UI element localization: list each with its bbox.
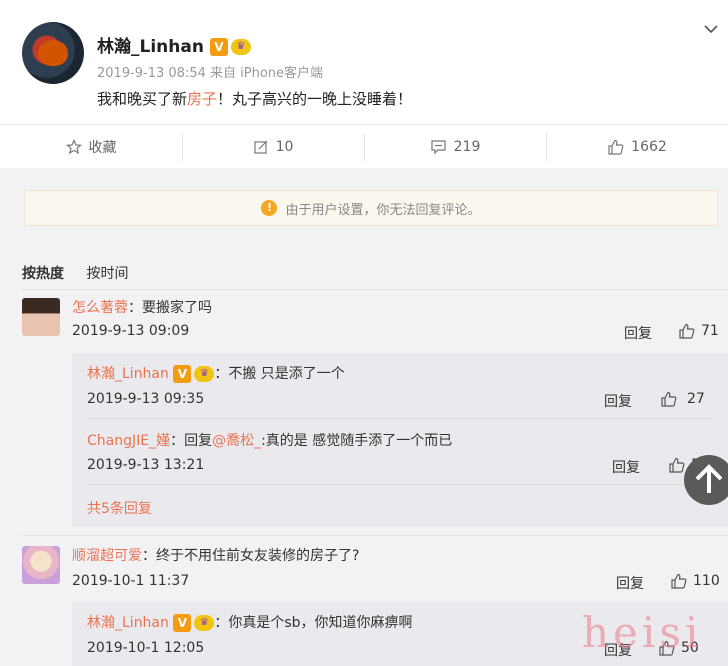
verified-badge-icon: V — [209, 38, 228, 56]
post-text: 我和晚买了新房子！丸子高兴的一晚上没睡着！ — [97, 90, 413, 108]
sub-reply-item: 林瀚_Linhan V ♛ ：不搬 只是添了一个 — [87, 365, 345, 383]
divider — [22, 289, 728, 290]
topic-link[interactable]: 房子 — [187, 90, 217, 108]
sub-reply-time: 2019-10-1 12:05 — [87, 640, 205, 656]
repost-button[interactable]: 10 — [182, 125, 364, 168]
reply-button[interactable]: 回复 — [604, 391, 632, 411]
commenter-name[interactable]: 顺溜超可爱 — [72, 548, 142, 564]
author-name[interactable]: 林瀚_Linhan V ♛ — [97, 32, 251, 57]
scroll-to-top-button[interactable] — [684, 455, 728, 505]
commenter-avatar[interactable] — [22, 546, 60, 584]
repost-icon — [253, 140, 268, 154]
warning-icon: ! — [261, 200, 278, 216]
replier-name[interactable]: ChangJIE_嫤 — [87, 433, 170, 449]
star-icon — [65, 138, 82, 154]
comment-item: 顺溜超可爱：终于不用住前女友装修的房子了? — [72, 548, 360, 564]
comment-like-button[interactable]: 71 — [678, 323, 719, 339]
comment-icon — [431, 139, 446, 154]
sub-reply-time: 2019-9-13 09:35 — [87, 391, 205, 407]
author-avatar[interactable] — [22, 22, 84, 84]
member-badge-icon: ♛ — [194, 615, 215, 631]
thumbs-up-icon — [671, 573, 687, 589]
mention-link[interactable]: @喬松_ — [212, 433, 261, 449]
more-replies-link[interactable]: 共5条回复 — [87, 498, 152, 518]
commenter-name[interactable]: 怎么著蓉 — [72, 300, 128, 316]
member-badge-icon: ♛ — [230, 39, 251, 55]
sub-reply-time: 2019-9-13 13:21 — [87, 457, 205, 473]
comment-item: 怎么著蓉：要搬家了吗 — [72, 300, 212, 316]
reply-button[interactable]: 回复 — [612, 457, 640, 477]
thumbs-up-icon — [679, 323, 695, 339]
post-header: 林瀚_Linhan V ♛ 2019-9-13 08:54 来自 iPhone客户… — [0, 0, 728, 124]
sub-reply-item: 林瀚_Linhan V ♛ ：你真是个sb，你知道你麻痹啊 — [87, 614, 413, 632]
divider — [22, 535, 728, 536]
post-meta: 2019-9-13 08:54 来自 iPhone客户端 — [97, 66, 324, 81]
tab-sort-hot[interactable]: 按热度 — [22, 266, 64, 282]
chevron-down-icon[interactable] — [704, 22, 718, 36]
thumbs-up-icon — [661, 391, 677, 407]
comment-time: 2019-10-1 11:37 — [72, 573, 190, 589]
sort-tabs: 按热度 按时间 — [22, 263, 146, 283]
verified-badge-icon: V — [173, 614, 192, 632]
replier-name[interactable]: 林瀚_Linhan — [87, 615, 169, 631]
watermark: heisi — [582, 608, 703, 657]
member-badge-icon: ♛ — [194, 366, 215, 382]
comment-like-button[interactable]: 110 — [670, 573, 720, 589]
verified-badge-icon: V — [173, 365, 192, 383]
action-bar: 收藏 10 219 1662 — [0, 124, 728, 168]
tab-sort-time[interactable]: 按时间 — [86, 266, 128, 282]
like-button[interactable]: 1662 — [546, 125, 728, 168]
arrow-up-icon — [695, 464, 723, 493]
reply-disabled-notice: ! 由于用户设置，你无法回复评论。 — [24, 190, 718, 226]
divider — [87, 418, 713, 419]
sub-reply-item: ChangJIE_嫤：回复@喬松_:真的是 感觉随手添了一个而已 — [87, 433, 453, 449]
sub-reply-like-button[interactable]: 27 — [660, 391, 705, 407]
divider — [87, 484, 713, 485]
thumbs-up-icon — [669, 457, 685, 473]
comment-time: 2019-9-13 09:09 — [72, 323, 190, 339]
reply-button[interactable]: 回复 — [616, 573, 644, 593]
favorite-button[interactable]: 收藏 — [0, 125, 182, 168]
comment-button[interactable]: 219 — [364, 125, 546, 168]
thumbs-up-icon — [608, 139, 624, 155]
commenter-avatar[interactable] — [22, 298, 60, 336]
replier-name[interactable]: 林瀚_Linhan — [87, 366, 169, 382]
reply-button[interactable]: 回复 — [624, 323, 652, 343]
